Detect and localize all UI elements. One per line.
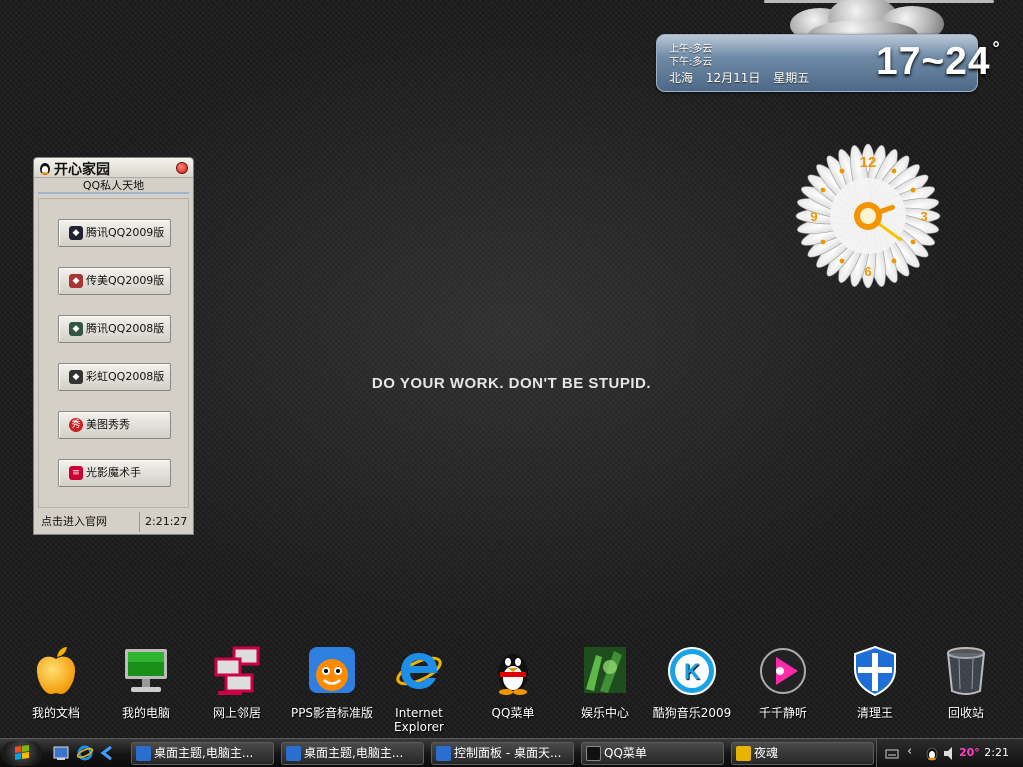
apple-icon [36, 647, 76, 695]
desktop[interactable]: DO YOUR WORK. DON'T BE STUPID. 上午:多云 下午:… [0, 0, 1023, 738]
weather-date: 12月11日 [705, 71, 761, 85]
show-desktop-icon[interactable] [52, 744, 70, 762]
clock-numeral-12: 12 [860, 154, 877, 171]
official-site-link[interactable]: 点击进入官网 [41, 512, 107, 532]
kugou-icon: K [668, 647, 716, 695]
taskbar: 桌面主题,电脑主... 桌面主题,电脑主... 控制面板 - 桌面天... QQ… [0, 738, 1023, 767]
neoimaging-icon: ≡ [69, 466, 83, 480]
desktop-icon-kugou[interactable]: K 酷狗音乐2009 [648, 645, 736, 720]
internet-explorer-icon [396, 653, 442, 689]
ttplayer-icon [760, 648, 806, 694]
qq-penguin-icon[interactable] [925, 746, 939, 761]
clock-numeral-9: 9 [810, 209, 817, 224]
clock-hour-dot [839, 258, 845, 264]
qq-penguin-icon [586, 746, 601, 761]
qq-widget-panel: ◆ 腾讯QQ2009版 ◆ 传美QQ2009版 ◆ 腾讯QQ2008版 ◆ 彩虹QQ20… [38, 198, 189, 508]
desktop-icon-internet-explorer[interactable]: Internet Explorer [375, 645, 463, 734]
meitu-icon: 秀 [69, 418, 83, 432]
qq-widget-title: 开心家园 [54, 162, 110, 178]
desktop-icon-network[interactable]: 网上邻居 [193, 645, 281, 720]
qq-widget-titlebar[interactable]: 开心家园 [34, 158, 193, 178]
qq-penguin-icon [40, 163, 50, 175]
taskbar-button-qq-menu[interactable]: QQ菜单 [581, 742, 724, 765]
svg-text:K: K [684, 659, 700, 684]
qq-penguin-icon: ◆ [69, 274, 83, 288]
qq-widget-footer: 点击进入官网 2:21:27 [38, 512, 189, 532]
clock-hour-dot [820, 239, 826, 245]
qq-widget-time: 2:21:27 [139, 512, 189, 532]
meitu-button[interactable]: 秀美图秀秀 [58, 411, 171, 439]
qq2009-chuanmei-button[interactable]: ◆ 传美QQ2009版 [58, 267, 171, 295]
clock-hour-dot [891, 258, 897, 264]
recycle-bin-icon [947, 647, 985, 695]
qq-penguin-icon [498, 654, 528, 695]
neoimaging-button[interactable]: ≡ 光影魔术手 [58, 459, 171, 487]
desktop-icon-my-documents[interactable]: 我的文档 [12, 645, 100, 720]
computer-icon [125, 649, 167, 692]
clock-numeral-6: 6 [864, 264, 871, 279]
internet-explorer-icon[interactable] [76, 744, 94, 762]
keyboard-icon[interactable] [885, 747, 899, 761]
clock-hour-dot [820, 187, 826, 193]
qq2008-rainbow-button[interactable]: ◆ 彩虹QQ2008版 [58, 363, 171, 391]
desktop-icon-recycle-bin[interactable]: 回收站 [922, 645, 1010, 720]
qq2008-tencent-button[interactable]: ◆ 腾讯QQ2008版 [58, 315, 171, 343]
taskbar-clock[interactable]: 2:21 [984, 746, 1009, 759]
weather-city: 北海 [669, 71, 694, 85]
taskbar-button-desktop-theme-2[interactable]: 桌面主题,电脑主... [281, 742, 424, 765]
internet-explorer-icon [286, 746, 301, 761]
weather-weekday: 星期五 [773, 71, 810, 85]
taskbar-button-control-panel[interactable]: 控制面板 - 桌面天... [431, 742, 574, 765]
internet-explorer-icon [136, 746, 151, 761]
entertainment-icon [584, 647, 626, 693]
daisy-clock[interactable]: 12 3 6 9 [792, 140, 944, 292]
desktop-icon-ttplayer[interactable]: 千千静听 [739, 645, 827, 720]
chevron-left-icon[interactable]: ‹ [907, 744, 912, 759]
pps-icon [309, 647, 355, 693]
degree-unit: ° [992, 38, 1001, 58]
qq-penguin-icon: ◆ [69, 370, 83, 384]
desktop-icon-qq-menu[interactable]: QQ菜单 [469, 645, 557, 720]
clock-numeral-3: 3 [920, 209, 927, 224]
windows-logo-icon [15, 745, 29, 760]
start-button[interactable] [2, 741, 42, 766]
weather-afternoon: 下午:多云 [669, 57, 713, 68]
qq-widget-subtitle: QQ私人天地 [38, 178, 189, 194]
internet-explorer-icon [436, 746, 451, 761]
system-tray: ‹ 20° 2:21 [876, 739, 1023, 767]
taskbar-button-yehun[interactable]: 夜魂 [731, 742, 874, 765]
desktop-icon-pps[interactable]: PPS影音标准版 [288, 645, 376, 720]
desktop-icon-cleaner[interactable]: 清理王 [831, 645, 919, 720]
clock-hour-dot [910, 239, 916, 245]
network-icon [214, 646, 260, 695]
desktop-icon-my-computer[interactable]: 我的电脑 [102, 645, 190, 720]
clock-hour-dot [910, 187, 916, 193]
desktop-icon-entertainment-center[interactable]: 娱乐中心 [561, 645, 649, 720]
qq2009-tencent-button[interactable]: ◆ 腾讯QQ2009版 [58, 219, 171, 247]
qq-penguin-icon: ◆ [69, 226, 83, 240]
volume-icon[interactable] [942, 746, 958, 761]
close-icon[interactable] [176, 162, 188, 174]
taskbar-button-desktop-theme-1[interactable]: 桌面主题,电脑主... [131, 742, 274, 765]
qq-penguin-icon: ◆ [69, 322, 83, 336]
tray-temperature[interactable]: 20° [959, 746, 980, 759]
shield-icon [854, 645, 896, 697]
clock-hour-dot [839, 168, 845, 174]
weather-temperature: 17~24 ° [876, 38, 1001, 83]
qq-home-widget[interactable]: 开心家园 QQ私人天地 ◆ 腾讯QQ2009版 ◆ 传美QQ2009版 ◆ 腾讯QQ2… [33, 157, 194, 535]
clock-hour-dot [891, 168, 897, 174]
folder-icon [736, 746, 751, 761]
arrow-back-icon[interactable] [98, 744, 116, 762]
